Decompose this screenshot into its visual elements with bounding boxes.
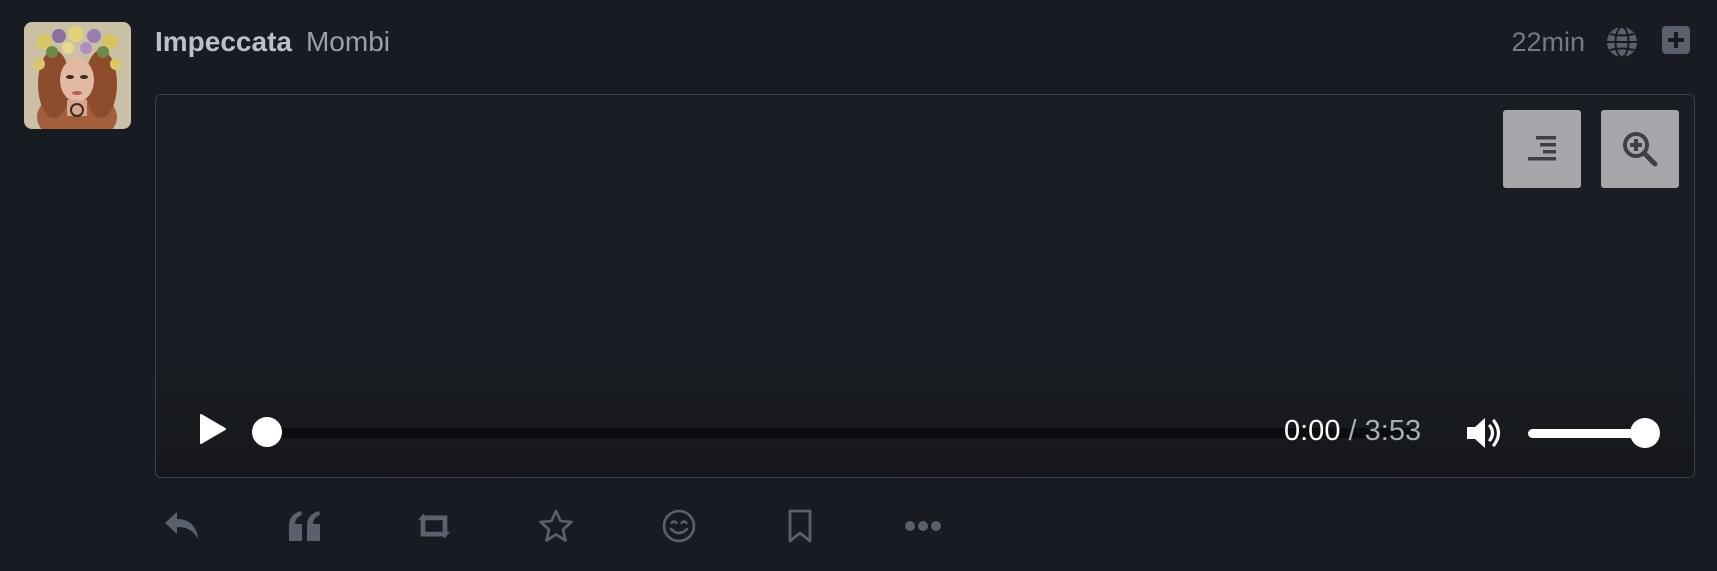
more-icon [905, 521, 941, 531]
play-icon[interactable] [194, 411, 230, 447]
more-button[interactable] [903, 506, 943, 546]
reply-button[interactable] [162, 506, 202, 546]
avatar-image [24, 22, 131, 129]
audio-player[interactable]: 0:00 / 3:53 [155, 94, 1695, 478]
smile-icon [662, 509, 696, 543]
reply-icon [165, 512, 198, 539]
zoom-button[interactable] [1601, 110, 1679, 188]
time-display: 0:00 / 3:53 [1284, 415, 1421, 448]
duration: 3:53 [1364, 415, 1422, 447]
favourite-button[interactable] [536, 506, 576, 546]
globe-icon [1607, 26, 1637, 58]
retweet-icon [417, 513, 451, 539]
star-icon [539, 509, 573, 542]
volume-level [1528, 429, 1645, 438]
avatar[interactable] [24, 22, 131, 129]
boost-button[interactable] [414, 506, 454, 546]
zoom-in-icon [1623, 132, 1658, 167]
quote-icon [289, 511, 320, 541]
quote-button[interactable] [285, 506, 325, 546]
plus-square-icon[interactable] [1660, 24, 1692, 56]
account-handle[interactable]: Mombi [306, 26, 390, 58]
display-name[interactable]: Impeccata [155, 26, 292, 58]
time-separator: / [1348, 415, 1357, 447]
seek-bar[interactable] [263, 428, 1419, 438]
volume-handle[interactable] [1630, 418, 1660, 448]
current-time: 0:00 [1284, 415, 1341, 447]
status-card: Impeccata Mombi 22min 0:00 / 3:53 [0, 0, 1717, 571]
status-header: Impeccata Mombi [155, 26, 390, 60]
volume-icon[interactable] [1464, 413, 1504, 453]
bookmark-button[interactable] [780, 506, 820, 546]
seek-handle[interactable] [252, 417, 282, 447]
bookmark-icon [788, 509, 812, 543]
transcript-button[interactable] [1503, 110, 1581, 188]
react-button[interactable] [659, 506, 699, 546]
timestamp[interactable]: 22min [1511, 27, 1585, 58]
action-bar [0, 506, 1717, 550]
transcript-icon [1528, 136, 1556, 161]
